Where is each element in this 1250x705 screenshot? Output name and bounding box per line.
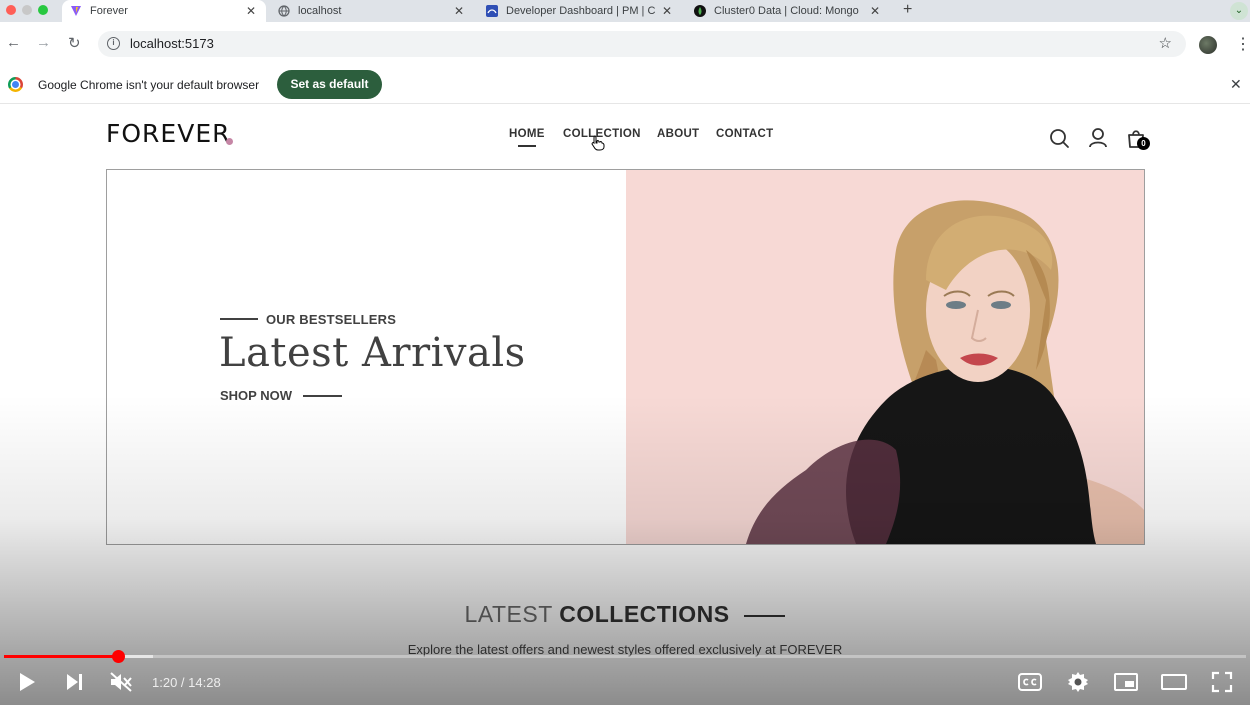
nav-home[interactable]: HOME	[509, 128, 545, 140]
dashboard-icon	[486, 5, 498, 17]
captions-icon[interactable]	[1017, 670, 1043, 694]
tab-title: Developer Dashboard | PM | C	[506, 5, 656, 17]
minimize-window-icon[interactable]	[22, 5, 32, 15]
reload-icon[interactable]: ↻	[68, 34, 81, 52]
hero-kicker: OUR BESTSELLERS	[266, 312, 397, 327]
hero-banner: OUR BESTSELLERS Latest Arrivals SHOP NOW	[106, 169, 1145, 545]
muted-volume-icon[interactable]	[108, 670, 134, 694]
video-time: 1:20 / 14:28	[152, 675, 221, 690]
globe-icon	[278, 5, 290, 17]
tab-localhost[interactable]: localhost ✕	[270, 0, 474, 22]
theater-mode-icon[interactable]	[1161, 670, 1187, 694]
latest-collections-title: LATEST COLLECTIONS	[0, 601, 1250, 628]
close-tab-icon[interactable]: ✕	[244, 4, 258, 18]
model-photo	[746, 200, 1144, 544]
forward-icon[interactable]: →	[36, 34, 51, 51]
settings-gear-icon[interactable]	[1065, 670, 1091, 694]
new-tab-icon[interactable]: +	[903, 1, 912, 19]
cart-count-badge: 0	[1137, 137, 1150, 150]
tab-strip: Forever ✕ localhost ✕ Developer Dashboar…	[0, 0, 1250, 22]
tab-search-icon[interactable]: ⌄	[1230, 2, 1248, 20]
mongodb-icon	[694, 5, 706, 17]
bookmark-star-icon[interactable]: ☆	[1159, 34, 1172, 52]
fullscreen-icon[interactable]	[1209, 670, 1235, 694]
tab-cluster0-data[interactable]: Cluster0 Data | Cloud: Mongo ✕	[686, 0, 890, 22]
screen: Forever ✕ localhost ✕ Developer Dashboar…	[0, 0, 1250, 705]
hand-cursor-icon	[591, 135, 605, 156]
play-icon[interactable]	[14, 670, 40, 694]
played-bar	[4, 655, 119, 658]
website: FOREVER HOME COLLECTION ABOUT CONTACT 0 …	[0, 105, 1250, 705]
address-bar[interactable]: i localhost:5173 ☆	[98, 31, 1186, 57]
maximize-window-icon[interactable]	[38, 5, 48, 15]
miniplayer-icon[interactable]	[1113, 670, 1139, 694]
search-icon[interactable]	[1048, 127, 1070, 149]
active-nav-underline	[518, 145, 536, 147]
hero-headline: Latest Arrivals	[219, 330, 526, 376]
tab-title: localhost	[298, 5, 342, 17]
tab-title: Forever	[90, 5, 128, 17]
set-as-default-button[interactable]: Set as default	[277, 70, 382, 99]
tab-developer-dashboard[interactable]: Developer Dashboard | PM | C ✕	[478, 0, 682, 22]
cta-line	[303, 395, 342, 397]
profile-icon[interactable]	[1087, 127, 1109, 149]
close-infobar-icon[interactable]: ✕	[1230, 76, 1242, 93]
tab-title: Cluster0 Data | Cloud: Mongo	[714, 5, 859, 17]
hero-image	[626, 170, 1144, 544]
back-icon[interactable]: ←	[6, 34, 21, 51]
browser-toolbar: ← → ↻ i localhost:5173 ☆ ⋮	[0, 22, 1250, 66]
site-info-icon[interactable]: i	[107, 37, 120, 50]
tab-forever[interactable]: Forever ✕	[62, 0, 266, 22]
url-text[interactable]: localhost:5173	[130, 36, 214, 51]
chrome-icon	[8, 77, 23, 92]
site-logo[interactable]: FOREVER	[106, 119, 231, 148]
next-video-icon[interactable]	[62, 670, 86, 694]
shop-now-link[interactable]: SHOP NOW	[220, 388, 292, 403]
section-title-line	[744, 614, 786, 617]
profile-avatar[interactable]	[1199, 36, 1217, 54]
close-tab-icon[interactable]: ✕	[660, 4, 674, 18]
browser-menu-icon[interactable]: ⋮	[1235, 34, 1250, 54]
kicker-line	[220, 318, 258, 320]
hero-text-panel: OUR BESTSELLERS Latest Arrivals SHOP NOW	[107, 170, 626, 544]
default-browser-infobar: Google Chrome isn't your default browser…	[0, 66, 1250, 104]
close-tab-icon[interactable]: ✕	[452, 4, 466, 18]
nav-about[interactable]: ABOUT	[657, 128, 699, 140]
nav-contact[interactable]: CONTACT	[716, 128, 773, 140]
close-tab-icon[interactable]: ✕	[868, 4, 882, 18]
close-window-icon[interactable]	[6, 5, 16, 15]
section-title-bold: COLLECTIONS	[559, 601, 730, 627]
vite-icon	[70, 5, 82, 17]
infobar-message: Google Chrome isn't your default browser	[38, 78, 260, 92]
logo-dot	[226, 138, 233, 145]
section-title-light: LATEST	[464, 601, 553, 627]
progress-bar[interactable]	[4, 650, 1246, 663]
